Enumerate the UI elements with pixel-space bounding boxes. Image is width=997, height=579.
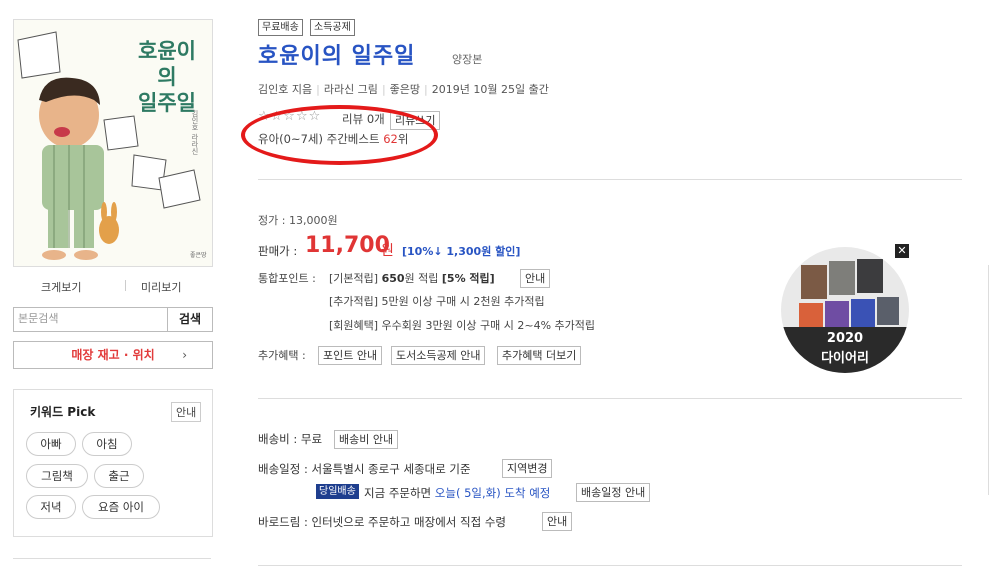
cover-credit: 김인호 라라신 [191, 110, 199, 155]
same-day-badge: 당일배송 [316, 484, 359, 499]
divider [258, 179, 962, 180]
shipping-fee-guide-button[interactable]: 배송비 안내 [334, 430, 399, 449]
divider: | [424, 83, 428, 96]
store-stock-button[interactable]: 매장 재고 · 위치 › [13, 341, 213, 369]
keyword-chip[interactable]: 요즘 아이 [82, 495, 160, 519]
keyword-chip[interactable]: 저녁 [26, 495, 76, 519]
arrival-info: 지금 주문하면 오늘( 5일,화) 도착 예정 [364, 485, 550, 501]
divider: | [381, 83, 386, 96]
store-stock-label: 매장 재고 · 위치 [71, 348, 155, 362]
cover-title-line1: 호윤이의 [138, 39, 196, 89]
book-meta: 김인호 지음 | 라라신 그림 | 좋은땅 | 2019년 10월 25일 출간 [258, 81, 549, 97]
list-price: 정가 : 13,000원 [258, 212, 338, 228]
sale-price-value: 11,700 [305, 233, 390, 258]
close-icon[interactable]: ✕ [895, 244, 909, 258]
chevron-right-icon: › [182, 348, 187, 362]
list-price-value: 13,000원 [288, 214, 338, 227]
divider: | [316, 83, 320, 96]
shipping-schedule-guide-button[interactable]: 배송일정 안내 [576, 483, 651, 502]
extra-benefit-label: 추가혜택 : [258, 349, 306, 362]
keyword-chip[interactable]: 아빠 [26, 432, 76, 456]
barodrim-guide-button[interactable]: 안내 [542, 512, 573, 531]
publisher-link[interactable]: 좋은땅 [390, 83, 420, 96]
point-guide-button[interactable]: 포인트 안내 [318, 346, 383, 365]
keyword-chip[interactable]: 출근 [94, 464, 144, 488]
points-member: [회원혜택] 우수회원 3만원 이상 구매 시 2~4% 추가적립 [329, 319, 596, 332]
arrival-date: 오늘( 5일,화) 도착 예정 [434, 486, 551, 500]
points-basic-unit: 원 적립 [404, 272, 442, 285]
content-search-input[interactable]: 본문검색 [13, 307, 169, 332]
keyword-chip[interactable]: 아침 [82, 432, 132, 456]
shipping-schedule: 배송일정 : 서울특별시 종로구 세종대로 기준 [258, 462, 471, 476]
sale-price-label: 판매가 : [258, 244, 298, 258]
more-benefits-button[interactable]: 추가혜택 더보기 [497, 346, 582, 365]
preview-link[interactable]: 미리보기 [141, 279, 181, 295]
points-info-button[interactable]: 안내 [520, 269, 551, 288]
points-extra: [추가적립] 5만원 이상 구매 시 2천원 추가적립 [329, 295, 545, 308]
highlight-circle [241, 105, 438, 165]
points-basic-label: [기본적립] [329, 272, 382, 285]
illustrator-link[interactable]: 라라신 그림 [324, 83, 378, 96]
barodrim-info: 바로드림 : 인터넷으로 주문하고 매장에서 직접 수령 [258, 515, 506, 529]
change-region-button[interactable]: 지역변경 [502, 459, 553, 478]
diary-promo-banner[interactable]: 2020 다이어리 [781, 247, 909, 373]
tax-deduction-badge: 소득공제 [310, 19, 355, 36]
zoom-view-link[interactable]: 크게보기 [41, 279, 81, 295]
book-title: 호윤이의 일주일 [258, 44, 416, 69]
points-basic-amount: 650 [381, 272, 405, 285]
keyword-chip[interactable]: 그림책 [26, 464, 88, 488]
cover-title: 호윤이의 일주일 [132, 38, 202, 116]
cover-publisher: 좋은땅 [190, 252, 207, 259]
sale-price-unit: 원 [381, 243, 394, 259]
promo-year: 2020 [826, 331, 864, 346]
tax-deduction-guide-button[interactable]: 도서소득공제 안내 [391, 346, 486, 365]
free-shipping-badge: 무료배송 [258, 19, 303, 36]
order-now-text: 지금 주문하면 [364, 486, 435, 500]
keyword-info-button[interactable]: 안내 [171, 402, 202, 422]
points-basic: [기본적립] 650원 적립 [5% 적립] [329, 270, 495, 286]
points-label: 통합포인트 : [258, 272, 316, 285]
right-side-panel-edge [988, 265, 997, 495]
discount-info: [10%↓ 1,300원 할인] [402, 245, 521, 258]
author-link[interactable]: 김인호 지음 [258, 83, 312, 96]
view-links: 크게보기 미리보기 [13, 279, 213, 295]
divider [125, 280, 126, 291]
content-search-button[interactable]: 검색 [167, 307, 213, 332]
binding-type: 양장본 [452, 53, 483, 66]
next-box-border [13, 558, 211, 579]
promo-name: 다이어리 [821, 351, 869, 366]
list-price-label: 정가 : [258, 214, 289, 227]
shipping-fee: 배송비 : 무료 [258, 432, 323, 446]
book-cover-image[interactable]: 호윤이의 일주일 김인호 라라신 좋은땅 [13, 19, 213, 267]
publish-date: 2019년 10월 25일 출간 [431, 83, 549, 96]
keyword-pick-title: 키워드 Pick [30, 405, 96, 419]
divider [258, 398, 962, 399]
points-basic-rate: [5% 적립] [441, 272, 495, 285]
keyword-pick-box: 키워드 Pick 안내 아빠 아침 그림책 출근 저녁 요즘 아이 [13, 389, 213, 537]
divider [258, 565, 962, 566]
